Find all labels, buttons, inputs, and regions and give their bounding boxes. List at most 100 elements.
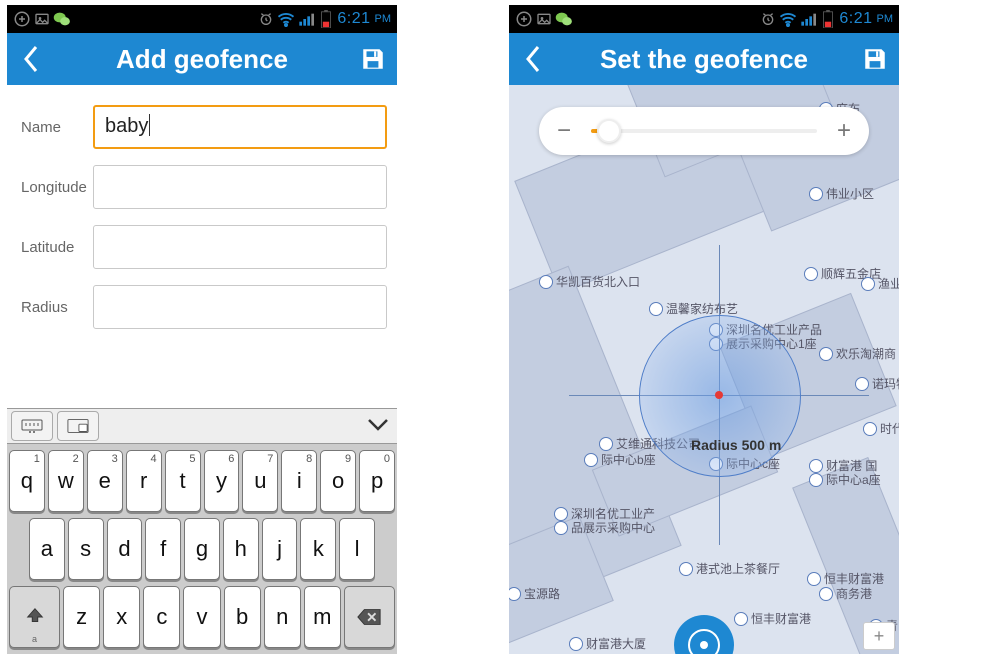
key-y[interactable]: y6 [204,450,240,512]
map-poi: 诺玛特 [855,375,899,392]
map-poi: 宝源路 [509,585,560,602]
map-poi: 财富港大厦 [569,635,646,652]
title-bar: Add geofence [7,33,397,85]
poi-marker-icon [807,572,821,586]
key-f[interactable]: f [145,518,181,580]
key-m[interactable]: m [304,586,341,648]
poi-marker-icon [734,612,748,626]
key-e[interactable]: e3 [87,450,123,512]
poi-marker-icon [804,267,818,281]
key-u[interactable]: u7 [242,450,278,512]
key-b[interactable]: b [224,586,261,648]
status-add-icon [13,10,31,28]
status-time: 6:21 [337,10,370,28]
poi-marker-icon [599,437,613,451]
keyboard-switch-icon[interactable] [11,411,53,441]
key-l[interactable]: l [339,518,375,580]
radius-increase-button[interactable]: + [825,112,863,150]
map-poi: 际中心a座 [809,471,881,488]
key-shift[interactable]: a [9,586,60,648]
keyboard-keys: q1w2e3r4t5y6u7i8o9p0 asdfghjkl a zxcvbnm [7,444,397,654]
key-n[interactable]: n [264,586,301,648]
status-image-icon [535,10,553,28]
status-wifi-icon [779,10,797,28]
map-poi: 时代店 [863,420,899,437]
status-wifi-icon [277,10,295,28]
status-wechat-icon [555,10,573,28]
status-battery-icon [819,10,837,28]
radius-input[interactable] [93,285,387,329]
key-q[interactable]: q1 [9,450,45,512]
map-zoom-control: + [863,622,895,650]
latitude-input[interactable] [93,225,387,269]
map-poi: 恒丰财富港 [734,610,811,627]
key-d[interactable]: d [107,518,143,580]
map[interactable]: 伟业小区麻布顺辉五金店渔业村华凯百货北入口温馨家纺布艺深圳名优工业产品展示采购中… [509,85,899,654]
poi-marker-icon [819,347,833,361]
key-i[interactable]: i8 [281,450,317,512]
keyboard-toolbar [7,408,397,444]
poi-marker-icon [539,275,553,289]
poi-marker-icon [809,473,823,487]
key-r[interactable]: r4 [126,450,162,512]
map-poi: 华凯百货北入口 [539,273,640,290]
title-bar: Set the geofence [509,33,899,85]
poi-marker-icon [569,637,583,651]
map-poi: 欢乐淘潮商 [819,345,896,362]
key-o[interactable]: o9 [320,450,356,512]
poi-marker-icon [554,521,568,535]
key-z[interactable]: z [63,586,100,648]
poi-marker-icon [819,587,833,601]
status-bar: 6:21 PM [7,5,397,33]
radius-slider-panel: − + [539,107,869,155]
zoom-in-button[interactable]: + [864,623,894,649]
status-time-period: PM [375,13,392,25]
key-h[interactable]: h [223,518,259,580]
radius-slider[interactable] [591,129,817,133]
key-a[interactable]: a [29,518,65,580]
key-v[interactable]: v [183,586,220,648]
key-t[interactable]: t5 [165,450,201,512]
key-s[interactable]: s [68,518,104,580]
status-signal-icon [799,10,817,28]
poi-marker-icon [649,302,663,316]
map-poi: 渔业村 [861,275,899,292]
key-w[interactable]: w2 [48,450,84,512]
status-battery-icon [317,10,335,28]
status-time: 6:21 [839,10,872,28]
status-wechat-icon [53,10,71,28]
keyboard: q1w2e3r4t5y6u7i8o9p0 asdfghjkl a zxcvbnm [7,408,397,654]
poi-marker-icon [855,377,869,391]
geofence-center-marker[interactable] [715,391,723,399]
back-button[interactable] [509,33,557,85]
longitude-input[interactable] [93,165,387,209]
name-value: baby [105,115,148,137]
name-input[interactable]: baby [93,105,387,149]
radius-label: Radius [21,299,93,316]
phone-right: 6:21 PM Set the geofence 伟业小区麻布顺辉五金店渔业村华… [509,5,899,654]
status-bar: 6:21 PM [509,5,899,33]
keyboard-collapse-icon[interactable] [365,413,391,439]
status-add-icon [515,10,533,28]
key-j[interactable]: j [262,518,298,580]
longitude-label: Longitude [21,179,93,196]
keyboard-floating-icon[interactable] [57,411,99,441]
key-backspace[interactable] [344,586,395,648]
key-p[interactable]: p0 [359,450,395,512]
page-title: Set the geofence [557,44,851,75]
radius-label: Radius 500 m [691,437,781,453]
save-button[interactable] [851,33,899,85]
key-g[interactable]: g [184,518,220,580]
slider-thumb[interactable] [597,119,621,143]
save-button[interactable] [349,33,397,85]
back-button[interactable] [7,33,55,85]
poi-marker-icon [679,562,693,576]
key-c[interactable]: c [143,586,180,648]
key-x[interactable]: x [103,586,140,648]
status-alarm-icon [759,10,777,28]
radius-decrease-button[interactable]: − [545,112,583,150]
phone-left: 6:21 PM Add geofence Name baby Longitude… [7,5,397,654]
poi-marker-icon [509,587,521,601]
key-k[interactable]: k [300,518,336,580]
map-poi: 伟业小区 [809,185,874,202]
